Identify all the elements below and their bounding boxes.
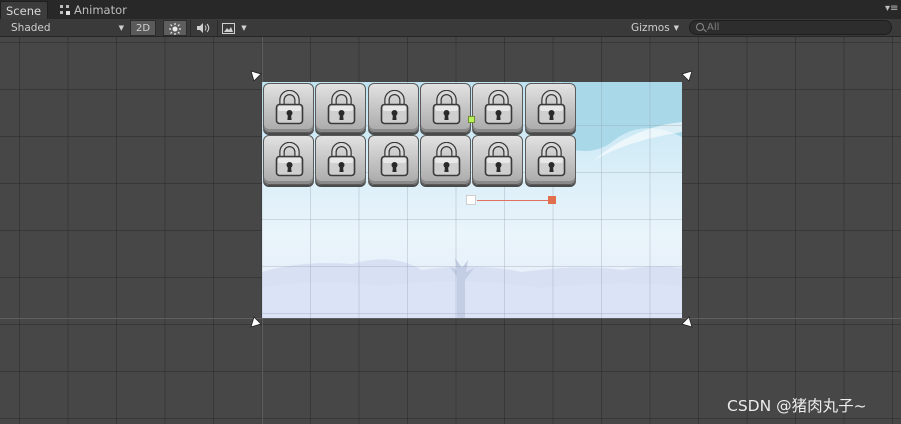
- transform-gizmo-origin[interactable]: [466, 195, 476, 205]
- padlock-icon: [275, 90, 304, 125]
- canvas-corner-handle-bottom-right[interactable]: [681, 316, 693, 328]
- transform-gizmo-x-axis[interactable]: [477, 200, 549, 201]
- level-lock-button[interactable]: [367, 135, 419, 185]
- level-lock-button[interactable]: [315, 83, 367, 133]
- editor-tab-bar: Scene Animator ▾≡: [0, 0, 901, 19]
- padlock-icon: [327, 90, 356, 125]
- padlock-icon: [327, 142, 356, 177]
- 2d-mode-toggle[interactable]: 2D: [130, 20, 156, 36]
- search-icon: [696, 23, 704, 31]
- tab-animator[interactable]: Animator: [56, 1, 146, 19]
- level-lock-button[interactable]: [419, 135, 471, 185]
- scene-axis-horizontal: [0, 318, 901, 319]
- canvas-corner-handle-top-left[interactable]: [250, 70, 262, 82]
- padlock-icon: [484, 90, 513, 125]
- level-lock-button[interactable]: [472, 83, 524, 133]
- padlock-icon: [380, 142, 408, 177]
- search-placeholder: All: [707, 22, 720, 33]
- level-lock-button[interactable]: [524, 83, 576, 133]
- level-lock-button[interactable]: [315, 135, 367, 185]
- effects-dropdown-chevron-icon[interactable]: ▼: [239, 20, 249, 36]
- chevron-down-icon: ▼: [118, 24, 124, 32]
- canvas-corner-handle-top-right[interactable]: [681, 70, 693, 82]
- level-lock-button[interactable]: [524, 135, 576, 185]
- level-lock-button[interactable]: [472, 135, 524, 185]
- padlock-icon: [484, 142, 513, 177]
- padlock-icon: [432, 142, 461, 177]
- padlock-icon: [380, 90, 408, 125]
- tab-animator-label: Animator: [74, 3, 127, 17]
- scene-toolbar: Shaded ▼ 2D ▼ Gizmos ▼ All: [0, 19, 901, 37]
- draw-mode-dropdown[interactable]: Shaded ▼: [5, 20, 127, 36]
- gizmos-label: Gizmos: [631, 22, 670, 34]
- padlock-icon: [537, 90, 565, 125]
- lighting-toggle[interactable]: [163, 20, 187, 36]
- panel-menu-icon[interactable]: ▾≡: [885, 4, 898, 14]
- image-icon: [222, 23, 235, 34]
- level-lock-button[interactable]: [419, 83, 471, 133]
- level-lock-button[interactable]: [263, 135, 314, 185]
- pivot-handle[interactable]: [468, 116, 475, 123]
- level-lock-button[interactable]: [263, 83, 314, 133]
- padlock-icon: [432, 90, 461, 125]
- chevron-down-icon: ▼: [673, 24, 679, 32]
- level-lock-button[interactable]: [367, 83, 419, 133]
- draw-mode-label: Shaded: [11, 22, 51, 34]
- speaker-icon: [196, 23, 209, 33]
- audio-toggle[interactable]: [190, 20, 214, 36]
- effects-toggle[interactable]: [217, 20, 239, 36]
- padlock-icon: [275, 142, 304, 177]
- gizmos-dropdown[interactable]: Gizmos ▼: [628, 20, 682, 36]
- watermark-text: CSDN @猪肉丸子~: [727, 397, 867, 415]
- animator-icon: [60, 5, 70, 15]
- sun-icon: [169, 23, 181, 35]
- padlock-icon: [537, 142, 565, 177]
- canvas-corner-handle-bottom-left[interactable]: [250, 316, 262, 328]
- transform-gizmo-x-handle[interactable]: [548, 196, 556, 204]
- tab-scene[interactable]: Scene: [0, 1, 48, 19]
- scene-viewport[interactable]: CSDN @猪肉丸子~: [0, 37, 901, 424]
- hierarchy-search-input[interactable]: All: [689, 20, 892, 35]
